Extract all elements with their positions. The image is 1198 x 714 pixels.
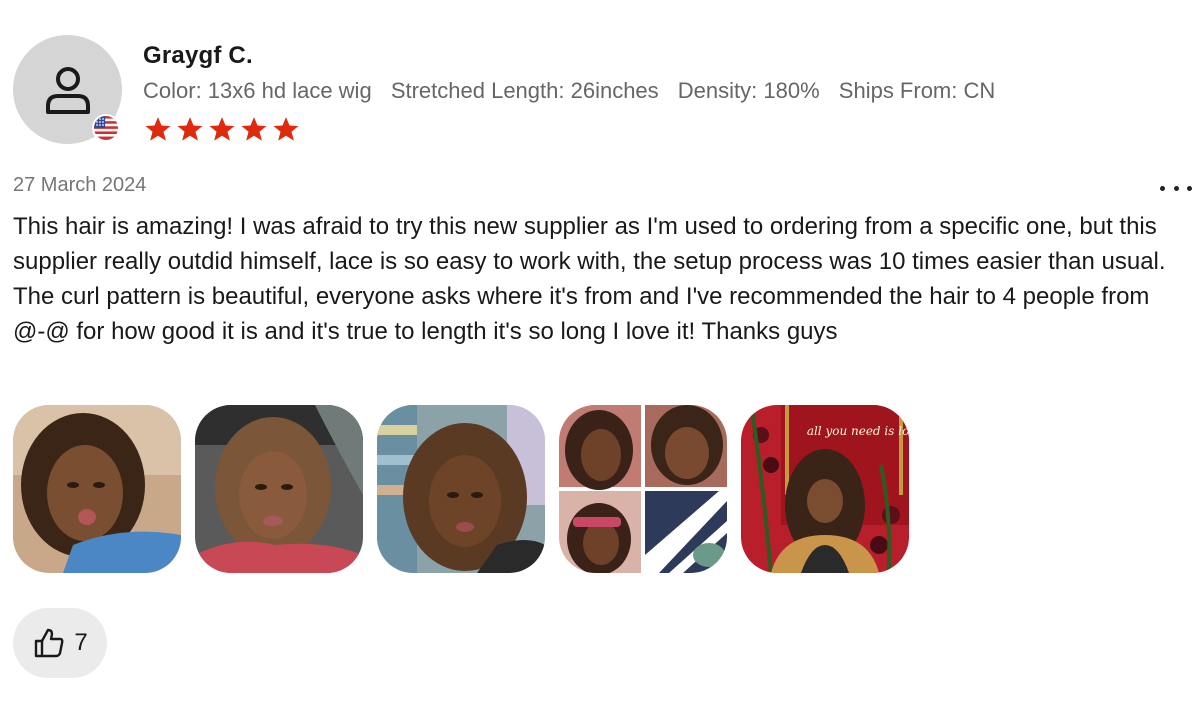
helpful-count: 7 — [74, 629, 88, 656]
star-icon — [177, 117, 203, 141]
review-photo-4[interactable] — [559, 405, 727, 573]
attribute-length: Stretched Length: 26inches — [390, 78, 659, 103]
star-rating — [143, 114, 301, 144]
review-photos: all you need is love — [13, 405, 909, 573]
attribute-color: Color: 13x6 hd lace wig — [143, 78, 372, 103]
review-photo-1[interactable] — [13, 405, 181, 573]
attribute-density: Density: 180% — [677, 78, 820, 103]
star-icon — [209, 117, 235, 141]
review-photo-5[interactable]: all you need is love — [741, 405, 909, 573]
review-date: 27 March 2024 — [13, 174, 147, 196]
review-text: This hair is amazing! I was afraid to tr… — [13, 213, 1166, 345]
review-photo-2[interactable] — [195, 405, 363, 573]
user-icon — [45, 66, 90, 114]
neon-sign-text: all you need is love — [807, 424, 909, 438]
star-icon — [145, 117, 171, 141]
helpful-button[interactable]: 7 — [13, 608, 107, 678]
attribute-ships-from: Ships From: CN — [838, 78, 996, 103]
reviewer-name: Graygf C. — [143, 42, 253, 69]
more-options-icon[interactable] — [1160, 178, 1192, 198]
star-icon — [241, 117, 267, 141]
us-flag-icon — [92, 114, 120, 142]
thumbs-up-icon — [35, 628, 64, 658]
review-photo-3[interactable] — [377, 405, 545, 573]
product-attributes: Color: 13x6 hd lace wig Stretched Length… — [143, 78, 1008, 104]
star-icon — [273, 117, 299, 141]
